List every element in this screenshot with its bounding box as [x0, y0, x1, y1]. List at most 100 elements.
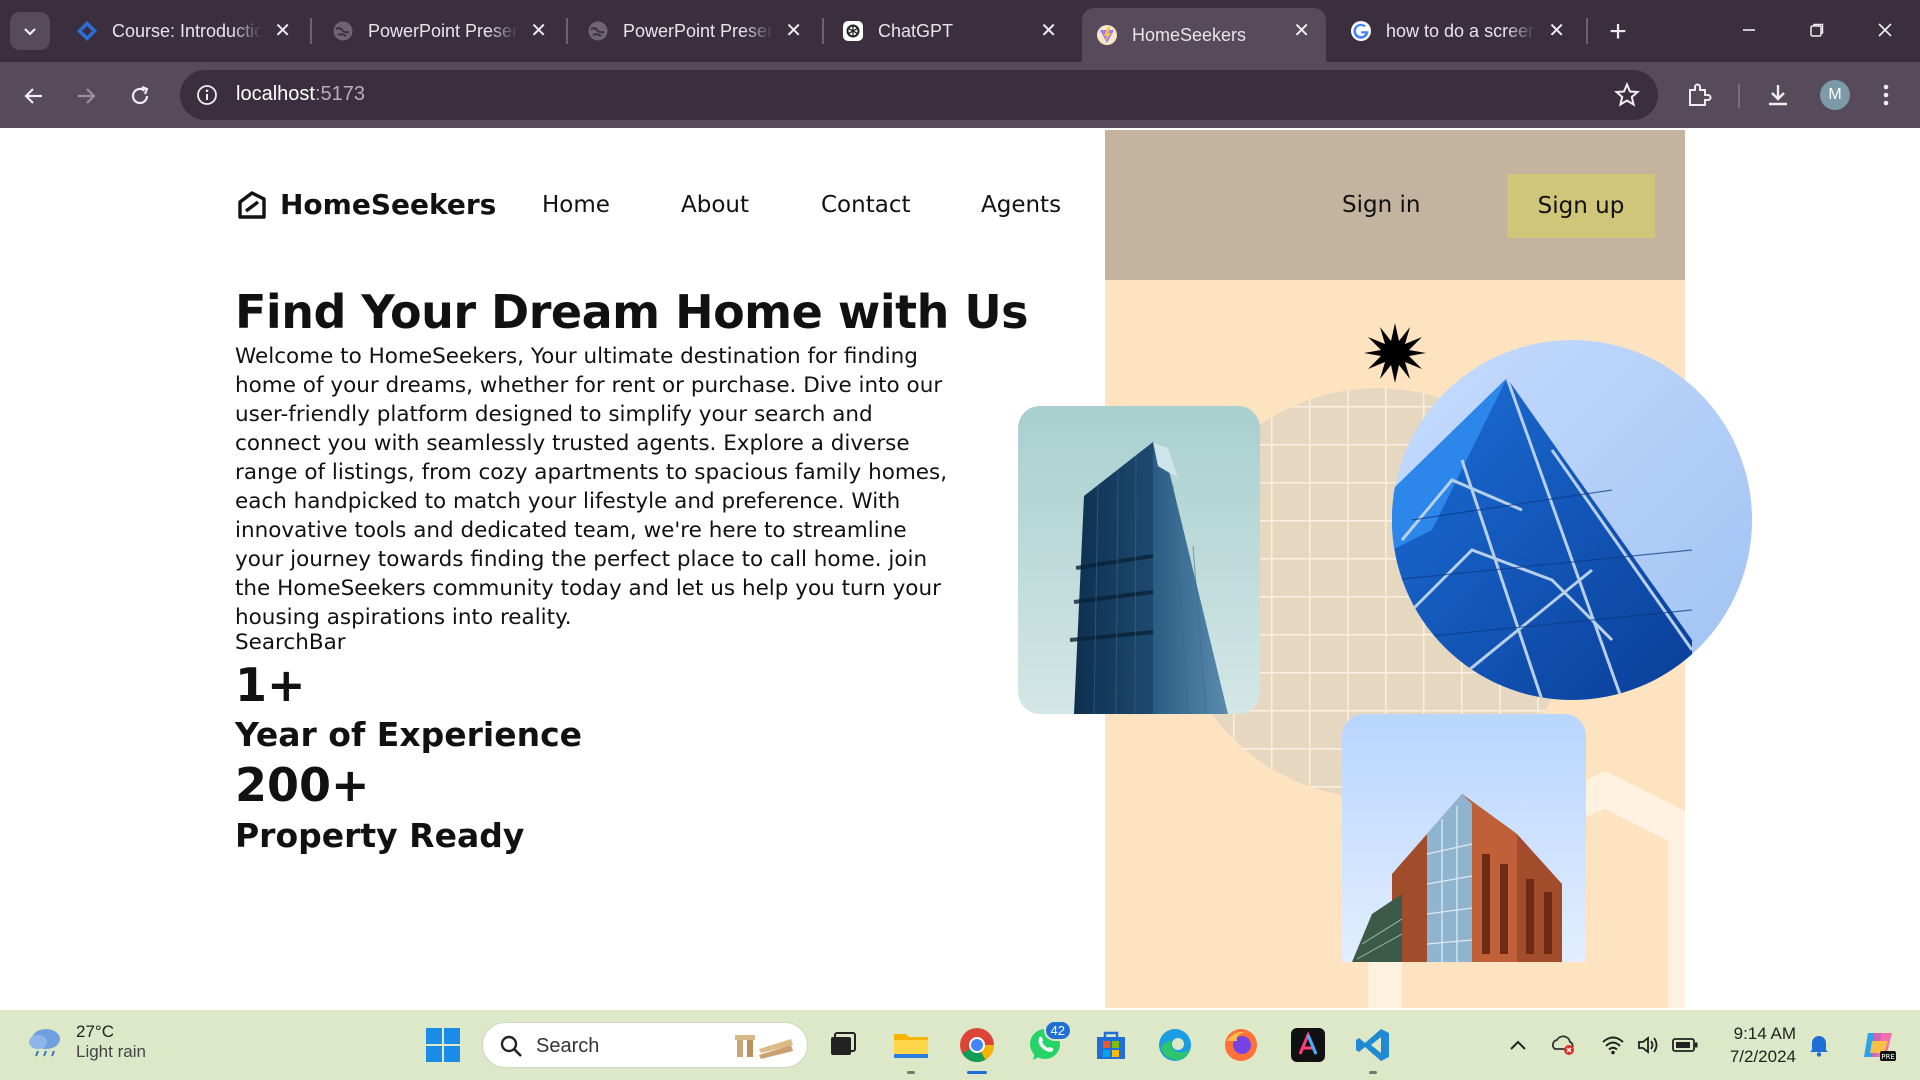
tab-separator [822, 18, 824, 44]
stat-label-experience: Year of Experience [235, 715, 583, 754]
system-clock[interactable]: 9:14 AM 7/2/2024 [1720, 1022, 1796, 1068]
restore-button[interactable] [1792, 12, 1842, 48]
forward-button[interactable] [66, 76, 106, 116]
nav-link-contact[interactable]: Contact [821, 192, 910, 218]
clock-date: 7/2/2024 [1729, 1047, 1796, 1066]
close-tab-icon[interactable]: ✕ [1548, 20, 1565, 42]
battery-icon [1672, 1038, 1698, 1052]
cloud-error-icon [1552, 1035, 1574, 1055]
bookmark-star-icon[interactable] [1614, 81, 1640, 108]
firefox-app[interactable] [1220, 1024, 1262, 1066]
browser-tab-bar: Course: Introductio ✕ PowerPoint Presen … [0, 0, 1920, 62]
show-hidden-icons-button[interactable] [1505, 1032, 1531, 1058]
reload-button[interactable] [120, 76, 160, 116]
tab-powerpoint-1[interactable]: PowerPoint Presen ✕ [318, 8, 563, 54]
google-icon [1350, 20, 1372, 42]
minimize-button[interactable] [1724, 12, 1774, 48]
running-indicator [967, 1071, 987, 1074]
page-viewport: HomeSeekers Home About Contact Agents Si… [0, 130, 1920, 1008]
url-text[interactable]: localhost:5173 [236, 83, 365, 106]
address-bar[interactable]: localhost:5173 [180, 70, 1658, 120]
search-highlight-icon [735, 1035, 793, 1059]
stat-value-properties: 200+ [235, 758, 370, 812]
building-photo-tower [1018, 406, 1260, 714]
extensions-button[interactable] [1683, 79, 1715, 111]
taskbar-search[interactable]: Search [482, 1022, 808, 1068]
tab-title: PowerPoint Presen [368, 20, 518, 41]
minimize-icon [1743, 29, 1755, 31]
weather-condition: Light rain [76, 1042, 146, 1061]
notification-badge: 42 [1043, 1020, 1072, 1041]
notifications-button[interactable] [1806, 1032, 1832, 1058]
chrome-app[interactable] [956, 1024, 998, 1074]
tab-google-search[interactable]: how to do a screen ✕ [1336, 8, 1581, 54]
bell-icon [1810, 1036, 1828, 1057]
windows-taskbar: 27°C Light rain Search 42 9:14 AM 7/2/20… [0, 1010, 1920, 1080]
url-port: :5173 [314, 83, 365, 105]
tab-title: how to do a screen [1386, 20, 1536, 41]
speaker-icon [1638, 1036, 1658, 1054]
profile-avatar[interactable]: M [1820, 80, 1850, 110]
close-tab-icon[interactable]: ✕ [785, 20, 802, 42]
tab-title: HomeSeekers [1132, 24, 1247, 45]
running-indicator [1369, 1071, 1377, 1074]
globe-icon [587, 20, 609, 42]
sign-in-button[interactable]: Sign in [1342, 192, 1420, 218]
reload-icon [131, 85, 149, 105]
firefox-icon [1225, 1029, 1257, 1061]
close-tab-icon[interactable]: ✕ [1293, 20, 1310, 42]
arrow-left-icon [24, 88, 42, 104]
whatsapp-app[interactable]: 42 [1024, 1020, 1072, 1066]
weather-widget[interactable]: 27°C Light rain [26, 1022, 146, 1062]
windows-logo-icon [426, 1028, 460, 1062]
edge-icon [1159, 1029, 1191, 1061]
edge-app[interactable] [1154, 1024, 1196, 1066]
nav-link-agents[interactable]: Agents [981, 192, 1061, 218]
copilot-icon: PRE [1864, 1033, 1896, 1061]
search-bar-placeholder[interactable]: SearchBar [235, 630, 346, 655]
volume-status[interactable] [1636, 1032, 1662, 1058]
vscode-app[interactable] [1352, 1024, 1394, 1074]
battery-status[interactable] [1672, 1032, 1698, 1058]
arrow-right-icon [78, 88, 96, 104]
tab-course[interactable]: Course: Introductio ✕ [62, 8, 307, 54]
downloads-button[interactable] [1762, 79, 1794, 111]
adobe-app[interactable] [1287, 1024, 1329, 1066]
url-host: localhost [236, 83, 315, 105]
toolbar-separator [1738, 84, 1740, 108]
tab-search-button[interactable] [10, 12, 50, 50]
vscode-icon [1356, 1029, 1389, 1061]
file-explorer-app[interactable] [890, 1024, 932, 1074]
nav-link-about[interactable]: About [681, 192, 749, 218]
search-icon [500, 1035, 522, 1057]
site-info-icon[interactable] [194, 82, 220, 108]
back-button[interactable] [14, 76, 54, 116]
tab-chatgpt[interactable]: ChatGPT ✕ [828, 8, 1073, 54]
stat-value-experience: 1+ [235, 658, 306, 712]
tab-homeseekers[interactable]: HomeSeekers ✕ [1082, 8, 1326, 62]
sign-up-button[interactable]: Sign up [1507, 174, 1655, 238]
download-icon [1769, 85, 1787, 106]
copilot-button[interactable]: PRE [1858, 1025, 1898, 1065]
building-photo-brick [1342, 714, 1586, 962]
browser-menu-button[interactable] [1870, 79, 1902, 111]
nav-link-home[interactable]: Home [542, 192, 610, 218]
chatgpt-icon [842, 20, 864, 42]
close-tab-icon[interactable]: ✕ [274, 20, 291, 42]
close-window-button[interactable] [1860, 12, 1910, 48]
new-tab-button[interactable]: + [1598, 12, 1638, 52]
weather-temperature: 27°C [76, 1022, 114, 1041]
site-logo[interactable]: HomeSeekers [236, 188, 496, 221]
close-tab-icon[interactable]: ✕ [530, 20, 547, 42]
task-view-button[interactable] [822, 1024, 864, 1066]
microsoft-store-app[interactable] [1090, 1024, 1132, 1066]
wifi-status[interactable] [1600, 1032, 1626, 1058]
start-button[interactable] [422, 1024, 464, 1066]
course-site-icon [76, 20, 98, 42]
tab-powerpoint-2[interactable]: PowerPoint Presen ✕ [573, 8, 818, 54]
tab-title: ChatGPT [878, 20, 954, 41]
tab-separator [566, 18, 568, 44]
onedrive-status[interactable] [1550, 1032, 1576, 1058]
tab-title: PowerPoint Presen [623, 20, 773, 41]
close-tab-icon[interactable]: ✕ [1040, 20, 1057, 42]
